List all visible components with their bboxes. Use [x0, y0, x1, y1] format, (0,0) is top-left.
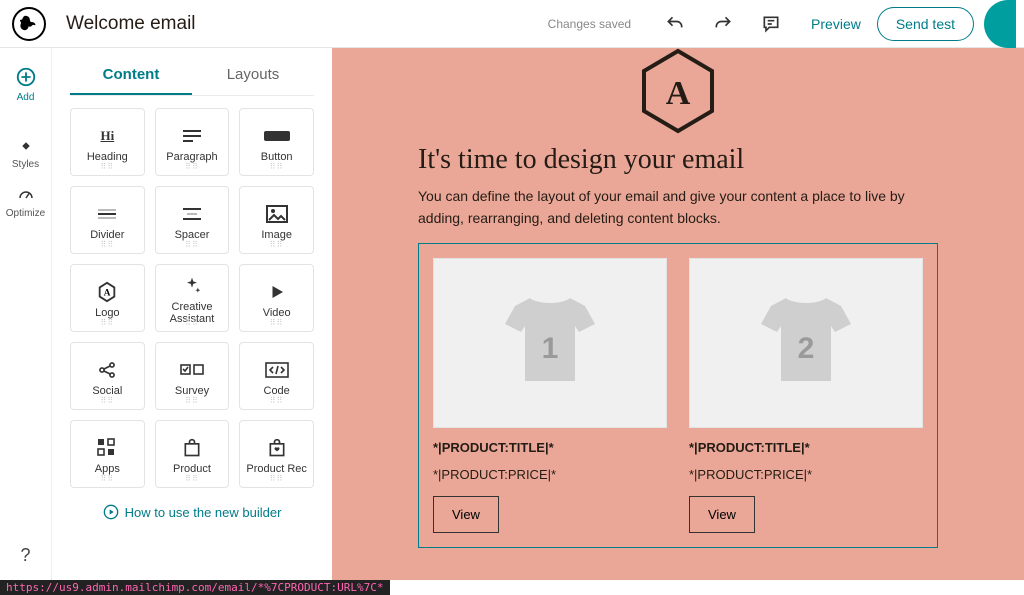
canvas-title[interactable]: It's time to design your email	[418, 144, 938, 176]
tab-content[interactable]: Content	[70, 56, 192, 95]
product-image-placeholder[interactable]: 2	[689, 258, 923, 428]
tab-layouts[interactable]: Layouts	[192, 56, 314, 95]
product-title: *|PRODUCT:TITLE|*	[689, 440, 923, 455]
diamond-icon	[17, 137, 35, 155]
feedback-button[interactable]	[753, 6, 789, 42]
product-card: 1 *|PRODUCT:TITLE|* *|PRODUCT:PRICE|* Vi…	[433, 258, 667, 533]
canvas-description[interactable]: You can define the layout of your email …	[418, 186, 928, 229]
redo-button[interactable]	[705, 6, 741, 42]
product-image-placeholder[interactable]: 1	[433, 258, 667, 428]
email-logo-placeholder[interactable]: A	[639, 48, 717, 134]
hexagon-a-icon: A	[96, 281, 118, 303]
block-image[interactable]: Image ⠿⠿	[239, 186, 314, 254]
view-product-button[interactable]: View	[433, 496, 499, 533]
rail-styles-label: Styles	[12, 159, 39, 170]
spacer-icon	[181, 203, 203, 225]
block-paragraph[interactable]: Paragraph ⠿⠿	[155, 108, 230, 176]
svg-text:2: 2	[798, 332, 815, 365]
blocks-panel: Content Layouts Hi Heading ⠿⠿ Paragraph …	[52, 48, 332, 580]
sparkle-icon	[182, 275, 202, 297]
howto-label: How to use the new builder	[125, 505, 282, 520]
apps-grid-icon	[97, 437, 117, 459]
block-button[interactable]: Button ⠿⠿	[239, 108, 314, 176]
rail-optimize-label: Optimize	[6, 208, 45, 219]
help-button[interactable]: ?	[20, 545, 30, 580]
block-logo[interactable]: A Logo ⠿⠿	[70, 264, 145, 332]
product-card: 2 *|PRODUCT:TITLE|* *|PRODUCT:PRICE|* Vi…	[689, 258, 923, 533]
page-title: Welcome email	[66, 13, 196, 35]
block-heading[interactable]: Hi Heading ⠿⠿	[70, 108, 145, 176]
block-video[interactable]: Video ⠿⠿	[239, 264, 314, 332]
view-product-button[interactable]: View	[689, 496, 755, 533]
button-icon	[264, 125, 290, 147]
divider-icon	[96, 203, 118, 225]
svg-text:1: 1	[542, 332, 559, 365]
blocks-scroll[interactable]: Hi Heading ⠿⠿ Paragraph ⠿⠿ Button ⠿⠿	[70, 96, 314, 580]
block-survey[interactable]: Survey ⠿⠿	[155, 342, 230, 410]
rail-styles[interactable]: Styles	[0, 129, 52, 178]
howto-link[interactable]: How to use the new builder	[70, 488, 314, 532]
rail-add[interactable]: Add	[0, 58, 52, 111]
block-creative-assistant[interactable]: Creative Assistant ⠿⠿	[155, 264, 230, 332]
svg-text:A: A	[666, 75, 691, 112]
block-code[interactable]: Code ⠿⠿	[239, 342, 314, 410]
block-apps[interactable]: Apps ⠿⠿	[70, 420, 145, 488]
preview-link[interactable]: Preview	[811, 16, 861, 32]
share-icon	[97, 359, 117, 381]
rail-add-label: Add	[17, 92, 35, 103]
play-icon	[268, 281, 286, 303]
code-icon	[265, 359, 289, 381]
svg-text:A: A	[104, 288, 111, 298]
play-circle-icon	[103, 504, 119, 520]
product-block-selected[interactable]: 1 *|PRODUCT:TITLE|* *|PRODUCT:PRICE|* Vi…	[418, 243, 938, 548]
bag-icon	[182, 437, 202, 459]
mailchimp-logo-icon[interactable]	[12, 7, 46, 41]
undo-button[interactable]	[657, 6, 693, 42]
product-price: *|PRODUCT:PRICE|*	[433, 467, 667, 482]
gauge-icon	[17, 186, 35, 204]
block-product[interactable]: Product ⠿⠿	[155, 420, 230, 488]
image-icon	[266, 203, 288, 225]
product-title: *|PRODUCT:TITLE|*	[433, 440, 667, 455]
paragraph-icon	[181, 125, 203, 147]
block-product-rec[interactable]: Product Rec ⠿⠿	[239, 420, 314, 488]
bag-heart-icon	[267, 437, 287, 459]
block-social[interactable]: Social ⠿⠿	[70, 342, 145, 410]
status-url-bar: https://us9.admin.mailchimp.com/email/*%…	[0, 580, 390, 595]
rail-optimize[interactable]: Optimize	[0, 178, 52, 227]
speech-bubble-icon	[761, 14, 781, 34]
avatar[interactable]	[984, 0, 1016, 48]
email-canvas[interactable]: A It's time to design your email You can…	[332, 48, 1024, 580]
product-price: *|PRODUCT:PRICE|*	[689, 467, 923, 482]
redo-icon	[713, 14, 733, 34]
side-rail: Add Styles Optimize ?	[0, 48, 52, 580]
checkbox-icon	[180, 359, 204, 381]
heading-icon: Hi	[100, 125, 114, 147]
plus-circle-icon	[15, 66, 37, 88]
block-divider[interactable]: Divider ⠿⠿	[70, 186, 145, 254]
save-status: Changes saved	[548, 17, 631, 31]
send-test-button[interactable]: Send test	[877, 7, 974, 41]
block-spacer[interactable]: Spacer ⠿⠿	[155, 186, 230, 254]
top-bar: Welcome email Changes saved Preview Send…	[0, 0, 1024, 48]
undo-icon	[665, 14, 685, 34]
